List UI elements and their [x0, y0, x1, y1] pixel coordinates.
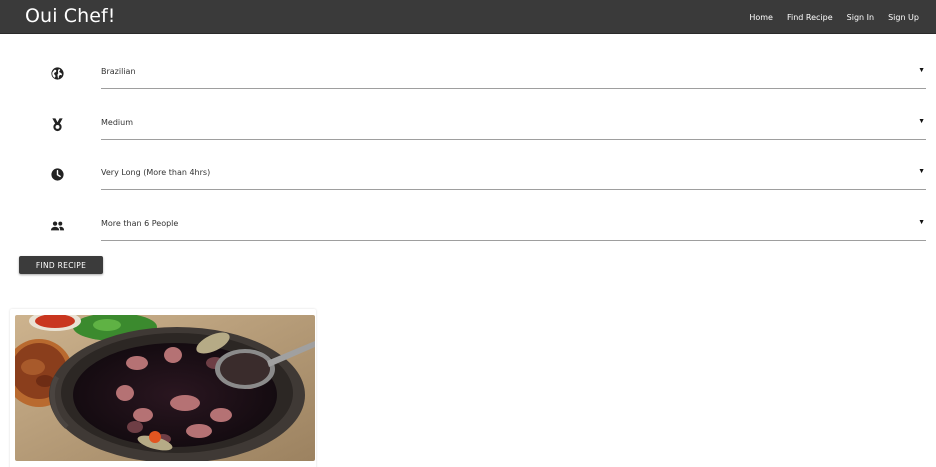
caret-down-icon: ▼ [918, 67, 925, 74]
caret-down-icon: ▼ [918, 219, 925, 226]
globe-icon [50, 66, 65, 81]
cuisine-row: Brazilian ▼ [0, 59, 936, 89]
recipe-card[interactable] [10, 309, 316, 467]
caret-down-icon: ▼ [918, 118, 925, 125]
brand-logo[interactable]: Oui Chef! [25, 5, 116, 27]
top-navbar: Oui Chef! Home Find Recipe Sign In Sign … [0, 0, 936, 34]
nav-links: Home Find Recipe Sign In Sign Up [735, 0, 919, 34]
time-row: Very Long (More than 4hrs) ▼ [0, 160, 936, 190]
cuisine-value: Brazilian [101, 67, 136, 76]
clock-icon [50, 167, 65, 182]
cuisine-select[interactable]: Brazilian ▼ [101, 59, 926, 89]
medal-icon [50, 117, 65, 132]
nav-link-find-recipe[interactable]: Find Recipe [787, 13, 833, 22]
nav-link-sign-in[interactable]: Sign In [847, 13, 874, 22]
time-value: Very Long (More than 4hrs) [101, 168, 211, 177]
difficulty-row: Medium ▼ [0, 110, 936, 140]
caret-down-icon: ▼ [918, 168, 925, 175]
find-recipe-button[interactable]: FIND RECIPE [19, 256, 103, 274]
servings-select[interactable]: More than 6 People ▼ [101, 211, 926, 241]
time-select[interactable]: Very Long (More than 4hrs) ▼ [101, 160, 926, 190]
people-icon [50, 218, 65, 233]
difficulty-select[interactable]: Medium ▼ [101, 110, 926, 140]
nav-link-home[interactable]: Home [749, 13, 773, 22]
difficulty-value: Medium [101, 118, 133, 127]
servings-value: More than 6 People [101, 219, 179, 228]
nav-link-sign-up[interactable]: Sign Up [888, 13, 919, 22]
servings-row: More than 6 People ▼ [0, 211, 936, 241]
recipe-image[interactable] [15, 315, 315, 461]
